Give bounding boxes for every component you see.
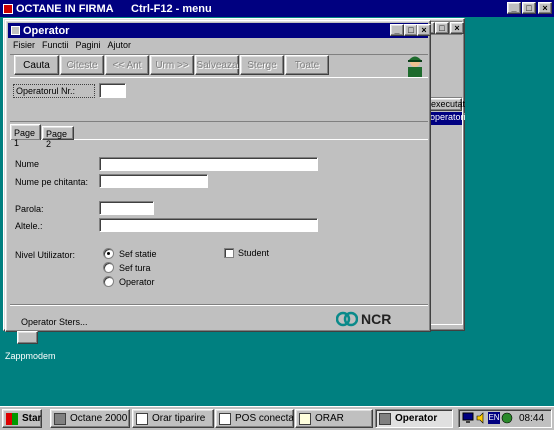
operator-nr-input[interactable] bbox=[99, 83, 126, 98]
sterge-button[interactable]: Sterge bbox=[240, 55, 284, 75]
tray-monitor-icon[interactable] bbox=[462, 412, 474, 424]
operator-title: Operator bbox=[23, 24, 70, 37]
operator-nr-label: Operatorul Nr.: bbox=[13, 84, 95, 98]
user-icon bbox=[408, 56, 422, 77]
zappmodem-label[interactable]: Zappmodem bbox=[5, 351, 56, 361]
altele-label: Altele.: bbox=[15, 221, 43, 231]
bg-close-button[interactable]: × bbox=[450, 22, 464, 34]
status-text: Operator Sters... bbox=[21, 317, 88, 327]
menu-bar: Fisier Functii Pagini Ajutor bbox=[10, 40, 428, 54]
nume-label: Nume bbox=[15, 159, 40, 169]
operator-minimize-button[interactable]: _ bbox=[390, 24, 404, 36]
altele-input[interactable] bbox=[99, 218, 318, 232]
app-icon bbox=[3, 3, 13, 14]
operator-app-icon bbox=[379, 412, 391, 425]
nivel-utilizator-label: Nivel Utilizator: bbox=[15, 250, 76, 260]
taskbar-item-orar-tiparire[interactable]: Orar tiparire bbox=[132, 409, 214, 428]
taskbar-item-pos-conectat[interactable]: POS conectat bbox=[215, 409, 294, 428]
salveaza-button[interactable]: Salveaza bbox=[195, 55, 239, 75]
shell-minimize-button[interactable]: _ bbox=[507, 2, 521, 14]
parola-input[interactable] bbox=[99, 201, 154, 215]
bg-maximize-button[interactable]: □ bbox=[435, 22, 449, 34]
status-separator bbox=[10, 304, 428, 306]
menu-pagini[interactable]: Pagini bbox=[76, 40, 101, 54]
menu-functii[interactable]: Functii bbox=[42, 40, 69, 54]
bg-table-cell-operatori: operatori bbox=[429, 112, 466, 125]
operator-close-button[interactable]: × bbox=[417, 24, 431, 36]
radio-sef-tura[interactable] bbox=[103, 262, 114, 273]
octane-app-icon bbox=[54, 412, 66, 425]
taskbar-item-octane[interactable]: Octane 2000 Fo... bbox=[50, 409, 130, 428]
shell-titlebar: OCTANE IN FIRMA Ctrl-F12 - menu _ □ × bbox=[0, 0, 554, 17]
shell-maximize-button[interactable]: □ bbox=[522, 2, 536, 14]
radio-operator-label: Operator bbox=[119, 277, 155, 287]
ncr-logo-mark bbox=[336, 311, 358, 327]
tab-page-1[interactable]: Page 1 bbox=[10, 124, 41, 148]
anterior-button[interactable]: << Ant bbox=[105, 55, 149, 75]
radio-operator[interactable] bbox=[103, 276, 114, 287]
shell-title: OCTANE IN FIRMA bbox=[16, 2, 114, 15]
tray-speaker-icon[interactable] bbox=[475, 412, 487, 424]
urmator-button[interactable]: Urm >> bbox=[150, 55, 194, 75]
nume-chitanta-label: Nume pe chitanta: bbox=[15, 177, 89, 187]
start-button[interactable]: Start bbox=[2, 409, 42, 428]
nume-chitanta-input[interactable] bbox=[99, 174, 208, 188]
cauta-button[interactable]: Cauta bbox=[14, 55, 59, 75]
taskbar-item-operator[interactable]: Operator bbox=[375, 409, 453, 428]
shell-close-button[interactable]: × bbox=[538, 2, 552, 14]
radio-sef-statie[interactable] bbox=[103, 248, 114, 259]
bg-table-header-executat: executat bbox=[429, 98, 466, 111]
operator-titlebar: Operator _ □ × bbox=[8, 23, 431, 38]
orar-tiparire-icon bbox=[136, 412, 148, 425]
student-checkbox[interactable] bbox=[224, 248, 234, 258]
orar-icon bbox=[299, 412, 311, 425]
tray-clock[interactable]: 08:44 bbox=[519, 413, 544, 424]
student-label: Student bbox=[238, 248, 270, 258]
radio-sef-tura-label: Sef tura bbox=[119, 263, 151, 273]
shell-hotkey: Ctrl-F12 - menu bbox=[131, 2, 212, 15]
windows-logo-icon bbox=[6, 412, 18, 425]
ncr-logo-text: NCR bbox=[361, 311, 392, 327]
menu-ajutor[interactable]: Ajutor bbox=[108, 40, 132, 54]
tab-page-2[interactable]: Page 2 bbox=[42, 126, 74, 149]
bg-table: executat operatori bbox=[428, 97, 466, 325]
nume-input[interactable] bbox=[99, 157, 318, 171]
zappmodem-icon[interactable] bbox=[17, 331, 38, 344]
ncr-logo: NCR bbox=[336, 309, 428, 329]
radio-sef-statie-label: Sef statie bbox=[119, 249, 157, 259]
parola-label: Parola: bbox=[15, 204, 44, 214]
citeste-button[interactable]: Citeste bbox=[60, 55, 104, 75]
operator-window-icon bbox=[11, 26, 20, 35]
tray-language-indicator[interactable]: EN bbox=[488, 412, 500, 424]
pos-conectat-icon bbox=[219, 412, 231, 425]
operator-maximize-button[interactable]: □ bbox=[404, 24, 418, 36]
operator-window: Operator _ □ × Fisier Functii Pagini Aju… bbox=[5, 20, 431, 332]
toate-button[interactable]: Toate bbox=[285, 55, 329, 75]
taskbar-item-orar[interactable]: ORAR bbox=[295, 409, 373, 428]
tray-network-icon[interactable] bbox=[501, 412, 513, 424]
menu-fisier[interactable]: Fisier bbox=[13, 40, 35, 54]
